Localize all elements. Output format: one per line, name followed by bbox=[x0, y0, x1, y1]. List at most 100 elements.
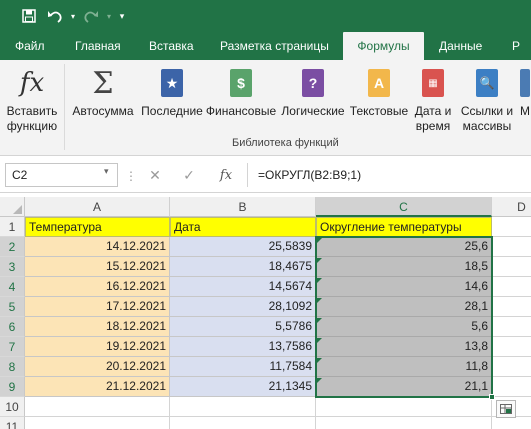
undo-dropdown-icon[interactable]: ▾ bbox=[68, 0, 78, 32]
data-cell-b[interactable]: 18,4675 bbox=[170, 257, 316, 277]
datetime-button[interactable]: ▦ Дата и время bbox=[410, 64, 456, 134]
header-cell-a[interactable]: Температура bbox=[25, 217, 170, 237]
data-cell-b[interactable]: 5,5786 bbox=[170, 317, 316, 337]
formula-bar-resize-handle[interactable]: ⋮ bbox=[125, 169, 138, 183]
error-indicator-icon bbox=[317, 338, 322, 343]
empty-cell[interactable] bbox=[492, 317, 531, 337]
formula-bar: C2 ▾ ⋮ ✕ ✓ fx =ОКРУГЛ(B2:B9;1) bbox=[0, 157, 531, 193]
logical-button[interactable]: ? Логические bbox=[279, 64, 347, 119]
cancel-icon[interactable]: ✕ bbox=[143, 163, 167, 187]
undo-icon[interactable] bbox=[42, 0, 68, 32]
tab-formulas[interactable]: Формулы bbox=[343, 32, 424, 60]
tab-page-layout[interactable]: Разметка страницы bbox=[220, 32, 329, 60]
quick-analysis-icon[interactable] bbox=[496, 400, 516, 418]
insert-function-button[interactable]: fx Вставить функцию bbox=[4, 64, 60, 134]
star-book-icon: ★ bbox=[161, 69, 183, 97]
data-cell-c[interactable]: 28,1 bbox=[316, 297, 492, 317]
empty-cell[interactable] bbox=[492, 297, 531, 317]
empty-cell[interactable] bbox=[492, 337, 531, 357]
row-header[interactable]: 8 bbox=[0, 357, 25, 377]
row-header[interactable]: 9 bbox=[0, 377, 25, 397]
math-button[interactable]: М bbox=[518, 64, 531, 119]
empty-cell[interactable] bbox=[316, 417, 492, 429]
tab-insert[interactable]: Вставка bbox=[149, 32, 194, 60]
empty-cell[interactable] bbox=[25, 417, 170, 429]
data-cell-c[interactable]: 13,8 bbox=[316, 337, 492, 357]
row-header[interactable]: 11 bbox=[0, 417, 25, 429]
empty-cell[interactable] bbox=[492, 417, 531, 429]
data-cell-b[interactable]: 11,7584 bbox=[170, 357, 316, 377]
data-cell-c[interactable]: 18,5 bbox=[316, 257, 492, 277]
customize-qat-icon[interactable]: ▾ bbox=[114, 0, 130, 32]
column-header-b[interactable]: B bbox=[170, 197, 316, 217]
redo-dropdown-icon[interactable]: ▾ bbox=[104, 0, 114, 32]
row-header[interactable]: 6 bbox=[0, 317, 25, 337]
data-cell-a[interactable]: 21.12.2021 bbox=[25, 377, 170, 397]
data-cell-a[interactable]: 18.12.2021 bbox=[25, 317, 170, 337]
money-book-icon: $ bbox=[230, 69, 252, 97]
data-cell-a[interactable]: 17.12.2021 bbox=[25, 297, 170, 317]
fill-handle[interactable] bbox=[489, 394, 495, 400]
select-all-corner[interactable] bbox=[0, 197, 25, 217]
lookup-button[interactable]: 🔍 Ссылки и массивы bbox=[457, 64, 517, 134]
error-indicator-icon bbox=[317, 318, 322, 323]
data-cell-c[interactable]: 5,6 bbox=[316, 317, 492, 337]
empty-cell[interactable] bbox=[25, 397, 170, 417]
text-button[interactable]: A Текстовые bbox=[348, 64, 410, 119]
row-header[interactable]: 3 bbox=[0, 257, 25, 277]
header-cell-b[interactable]: Дата bbox=[170, 217, 316, 237]
data-cell-a[interactable]: 15.12.2021 bbox=[25, 257, 170, 277]
data-cell-b[interactable]: 25,5839 bbox=[170, 237, 316, 257]
row-header[interactable]: 5 bbox=[0, 297, 25, 317]
data-cell-a[interactable]: 14.12.2021 bbox=[25, 237, 170, 257]
row-header[interactable]: 4 bbox=[0, 277, 25, 297]
empty-cell[interactable] bbox=[492, 217, 531, 237]
insert-function-fx-icon[interactable]: fx bbox=[214, 163, 238, 187]
column-header-c[interactable]: C bbox=[316, 197, 492, 217]
data-cell-b[interactable]: 21,1345 bbox=[170, 377, 316, 397]
tab-data[interactable]: Данные bbox=[439, 32, 482, 60]
empty-cell[interactable] bbox=[316, 397, 492, 417]
error-indicator-icon bbox=[317, 258, 322, 263]
math-book-icon bbox=[520, 69, 530, 97]
formula-input[interactable]: =ОКРУГЛ(B2:B9;1) bbox=[247, 163, 531, 187]
data-cell-b[interactable]: 28,1092 bbox=[170, 297, 316, 317]
row-header[interactable]: 7 bbox=[0, 337, 25, 357]
row-header[interactable]: 1 bbox=[0, 217, 25, 237]
column-header-d[interactable]: D bbox=[492, 197, 531, 217]
empty-cell[interactable] bbox=[492, 377, 531, 397]
empty-cell[interactable] bbox=[492, 357, 531, 377]
autosum-button[interactable]: Σ Автосумма bbox=[70, 64, 136, 119]
redo-icon[interactable] bbox=[78, 0, 104, 32]
data-cell-a[interactable]: 20.12.2021 bbox=[25, 357, 170, 377]
empty-cell[interactable] bbox=[492, 257, 531, 277]
data-cell-b[interactable]: 13,7586 bbox=[170, 337, 316, 357]
header-cell-c[interactable]: Округление температуры bbox=[316, 217, 492, 237]
tab-file[interactable]: Файл bbox=[15, 32, 45, 60]
ribbon-formulas: fx Вставить функцию Σ Автосумма ★ Послед… bbox=[0, 60, 531, 156]
data-cell-a[interactable]: 19.12.2021 bbox=[25, 337, 170, 357]
group-label-function-library: Библиотека функций bbox=[232, 137, 339, 149]
name-box-dropdown-icon[interactable]: ▾ bbox=[104, 166, 109, 177]
row-header[interactable]: 10 bbox=[0, 397, 25, 417]
save-icon[interactable] bbox=[16, 0, 42, 32]
empty-cell[interactable] bbox=[492, 237, 531, 257]
financial-button[interactable]: $ Финансовые bbox=[205, 64, 277, 119]
enter-icon[interactable]: ✓ bbox=[177, 163, 201, 187]
empty-cell[interactable] bbox=[170, 397, 316, 417]
name-box[interactable]: C2 bbox=[5, 163, 118, 187]
empty-cell[interactable] bbox=[492, 277, 531, 297]
tab-home[interactable]: Главная bbox=[75, 32, 121, 60]
empty-cell[interactable] bbox=[170, 417, 316, 429]
recent-button[interactable]: ★ Последние bbox=[138, 64, 206, 119]
data-cell-b[interactable]: 14,5674 bbox=[170, 277, 316, 297]
data-cell-c[interactable]: 11,8 bbox=[316, 357, 492, 377]
column-header-a[interactable]: A bbox=[25, 197, 170, 217]
tab-review[interactable]: Р bbox=[512, 32, 520, 60]
data-cell-c[interactable]: 14,6 bbox=[316, 277, 492, 297]
data-cell-a[interactable]: 16.12.2021 bbox=[25, 277, 170, 297]
row-header[interactable]: 2 bbox=[0, 237, 25, 257]
data-cell-c[interactable]: 21,1 bbox=[316, 377, 492, 397]
spreadsheet-grid: A B C D 1 Температура Дата Округление темпе… bbox=[0, 197, 531, 429]
data-cell-c[interactable]: 25,6 bbox=[316, 237, 492, 257]
